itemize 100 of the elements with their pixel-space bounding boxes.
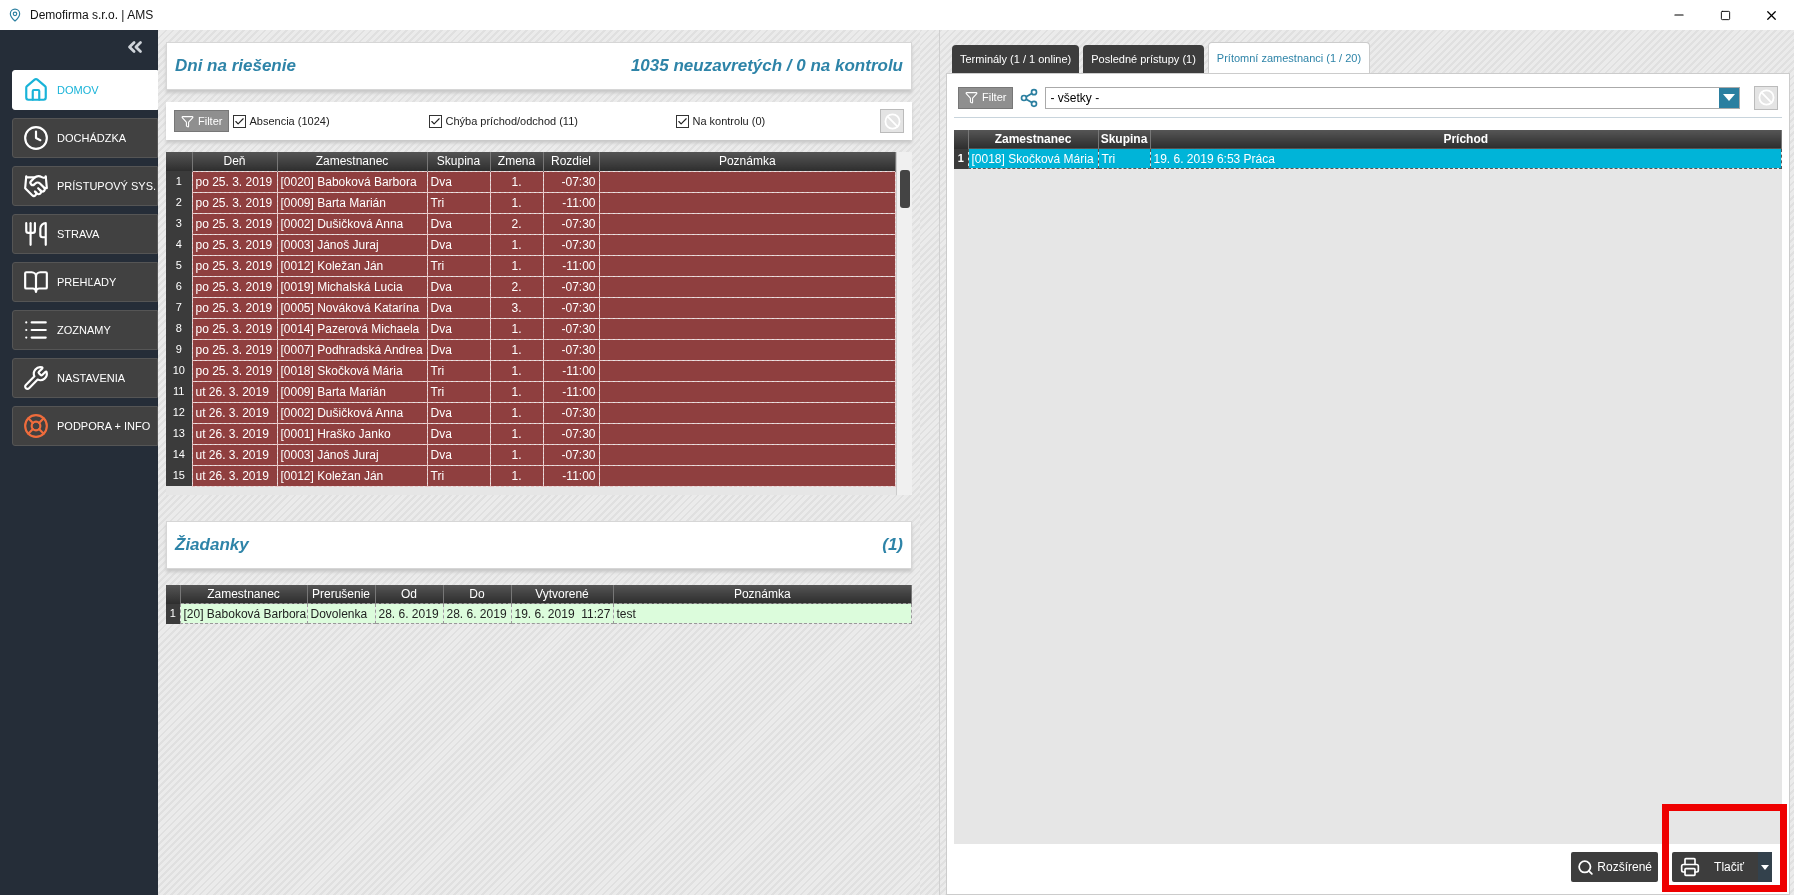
utensils-icon bbox=[23, 221, 49, 247]
table-cell: -07:30 bbox=[543, 234, 599, 255]
column-header[interactable]: Zamestnanec bbox=[277, 152, 427, 171]
table-cell: 1. bbox=[490, 402, 543, 423]
filter-checkbox[interactable]: Chýba príchod/odchod (11) bbox=[429, 112, 677, 130]
filter-checkbox[interactable]: Absencia (1024) bbox=[233, 112, 430, 130]
table-cell: 1. bbox=[490, 360, 543, 381]
group-icon bbox=[1019, 87, 1040, 108]
print-button[interactable]: Tlačiť bbox=[1672, 852, 1772, 882]
table-cell: [0005] Nováková Katarína bbox=[277, 297, 427, 318]
table-cell: 2. bbox=[490, 213, 543, 234]
sidebar-item[interactable]: PODPORA + INFO bbox=[12, 406, 158, 446]
column-header[interactable]: Rozdiel bbox=[543, 152, 599, 171]
table-cell: -07:30 bbox=[543, 213, 599, 234]
row-number: 5 bbox=[166, 255, 192, 276]
sidebar-item[interactable]: PRÍSTUPOVÝ SYS. bbox=[12, 166, 158, 206]
scrollbar[interactable] bbox=[896, 152, 912, 495]
table-cell: [0003] Jánoš Juraj bbox=[277, 234, 427, 255]
table-cell: [0019] Michalská Lucia bbox=[277, 276, 427, 297]
table-cell: 1. bbox=[490, 234, 543, 255]
column-header[interactable]: Skupina bbox=[1098, 130, 1150, 149]
advanced-button[interactable]: Rozšírené bbox=[1571, 852, 1658, 882]
table-cell: 1. bbox=[490, 339, 543, 360]
sidebar-item[interactable]: PREHĽADY bbox=[12, 262, 158, 302]
app-logo-icon bbox=[8, 8, 22, 22]
table-cell: -07:30 bbox=[543, 171, 599, 192]
table-cell: Tri bbox=[427, 192, 490, 213]
row-number: 12 bbox=[166, 402, 192, 423]
checkbox-label: Chýba príchod/odchod (11) bbox=[445, 113, 578, 129]
row-number: 10 bbox=[166, 360, 192, 381]
lifebuoy-icon bbox=[23, 413, 49, 439]
table-cell: po 25. 3. 2019 bbox=[192, 318, 277, 339]
sidebar-item[interactable]: NASTAVENIA bbox=[12, 358, 158, 398]
column-header[interactable]: Skupina bbox=[427, 152, 490, 171]
column-header[interactable]: Deň bbox=[192, 152, 277, 171]
wrench-icon bbox=[23, 365, 49, 391]
table-row[interactable]: 1 [0018] Skočková Mária Tri 19. 6. 2019 6:53 Práca bbox=[954, 148, 1782, 169]
handshake-icon bbox=[23, 173, 49, 199]
table-cell: [20] Baboková Barbora bbox=[180, 603, 307, 624]
table-cell: 28. 6. 2019 bbox=[375, 603, 443, 624]
table-cell: -07:30 bbox=[543, 423, 599, 444]
table-cell: [0014] Pazerová Michaela bbox=[277, 318, 427, 339]
row-number: 13 bbox=[166, 423, 192, 444]
table-cell: po 25. 3. 2019 bbox=[192, 234, 277, 255]
check-icon bbox=[677, 115, 689, 127]
table-cell: test bbox=[613, 603, 912, 624]
table-cell: -07:30 bbox=[543, 444, 599, 465]
clear-icon bbox=[883, 112, 901, 130]
table-cell: po 25. 3. 2019 bbox=[192, 255, 277, 276]
table-cell: 1. bbox=[490, 465, 543, 486]
table-cell: [0012] Koležan Ján bbox=[277, 255, 427, 276]
filter-icon bbox=[181, 114, 194, 128]
table-cell: Dva bbox=[427, 297, 490, 318]
group-select[interactable]: - všetky - bbox=[1045, 86, 1740, 109]
column-header[interactable]: Zmena bbox=[490, 152, 543, 171]
column-header[interactable]: Zamestnanec bbox=[180, 585, 307, 604]
tab[interactable]: Terminály (1 / 1 online) bbox=[952, 45, 1080, 73]
table-cell: Tri bbox=[1098, 148, 1150, 169]
table-cell: Dva bbox=[427, 213, 490, 234]
sidebar-item[interactable]: STRAVA bbox=[12, 214, 158, 254]
table-cell: po 25. 3. 2019 bbox=[192, 276, 277, 297]
table-cell: 1. bbox=[490, 444, 543, 465]
panel-title: Žiadanky bbox=[175, 534, 249, 557]
column-header[interactable]: Prerušenie bbox=[307, 585, 375, 604]
tab[interactable]: Prítomní zamestnanci (1 / 20) bbox=[1207, 42, 1371, 73]
table-cell: Dva bbox=[427, 318, 490, 339]
column-header[interactable]: Poznámka bbox=[599, 152, 896, 171]
table-cell: -11:00 bbox=[543, 381, 599, 402]
table-cell: [0018] Skočková Mária bbox=[277, 360, 427, 381]
panel-count: (1) bbox=[882, 534, 903, 557]
table-cell: [0020] Baboková Barbora bbox=[277, 171, 427, 192]
table-cell: po 25. 3. 2019 bbox=[192, 297, 277, 318]
column-header[interactable]: Do bbox=[443, 585, 511, 604]
column-header[interactable]: Príchod bbox=[1150, 130, 1782, 149]
column-header[interactable]: Od bbox=[375, 585, 443, 604]
tab[interactable]: Posledné prístupy (1) bbox=[1083, 45, 1204, 73]
check-icon bbox=[234, 115, 246, 127]
book-icon bbox=[23, 269, 49, 295]
table-cell: Dva bbox=[427, 339, 490, 360]
table-cell: 1. bbox=[490, 318, 543, 339]
table-cell: ut 26. 3. 2019 bbox=[192, 381, 277, 402]
filter-checkbox[interactable]: Na kontrolu (0) bbox=[676, 112, 880, 130]
column-header[interactable]: Vytvorené bbox=[511, 585, 613, 604]
column-header[interactable]: Poznámka bbox=[613, 585, 912, 604]
table-cell: [0003] Jánoš Juraj bbox=[277, 444, 427, 465]
search-icon bbox=[1577, 858, 1595, 876]
checkbox[interactable] bbox=[233, 114, 247, 128]
row-number: 6 bbox=[166, 276, 192, 297]
row-number: 9 bbox=[166, 339, 192, 360]
table-cell: 1. bbox=[490, 192, 543, 213]
table-cell: [0002] Dušičková Anna bbox=[277, 213, 427, 234]
table-cell: ut 26. 3. 2019 bbox=[192, 402, 277, 423]
sidebar-item[interactable]: ZOZNAMY bbox=[12, 310, 158, 350]
table-cell: [0012] Koležan Ján bbox=[277, 465, 427, 486]
sidebar-item[interactable]: DOCHÁDZKA bbox=[12, 118, 158, 158]
column-header[interactable]: Zamestnanec bbox=[968, 130, 1098, 149]
table-cell: po 25. 3. 2019 bbox=[192, 339, 277, 360]
table-cell: ut 26. 3. 2019 bbox=[192, 444, 277, 465]
checkbox[interactable] bbox=[429, 114, 443, 128]
checkbox[interactable] bbox=[676, 114, 690, 128]
